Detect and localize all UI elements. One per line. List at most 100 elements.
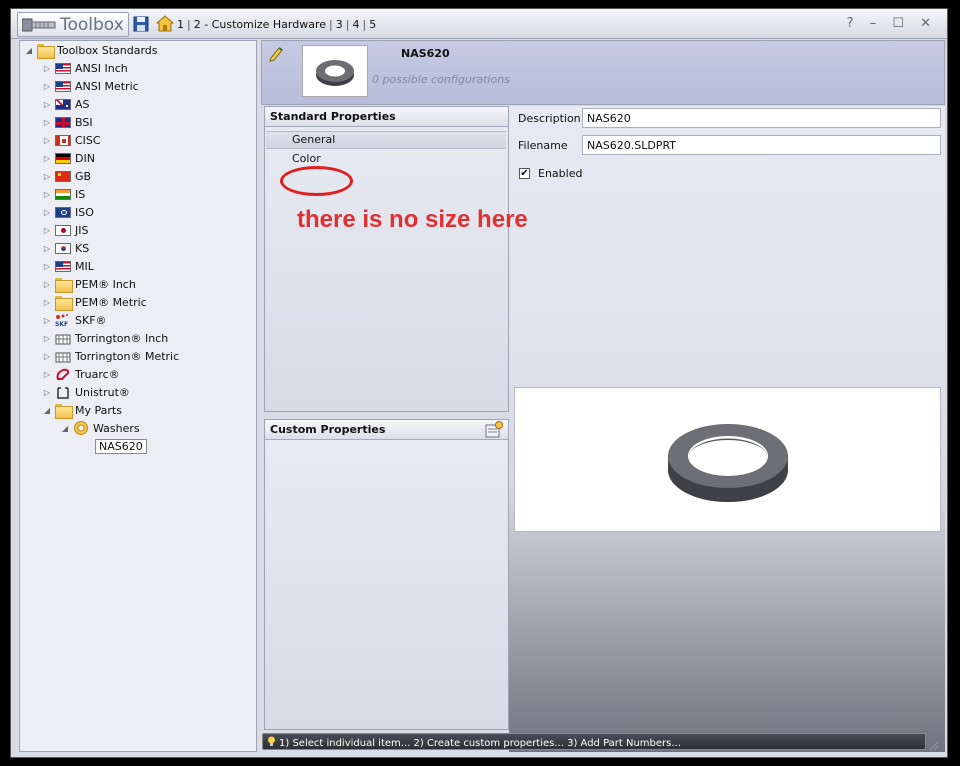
folder-icon xyxy=(55,295,73,311)
toolbox-tab[interactable]: Toolbox xyxy=(17,12,129,37)
expand-icon[interactable]: ▷ xyxy=(42,118,52,127)
tree-item-bsi[interactable]: ▷ BSI xyxy=(42,113,93,131)
part-thumbnail xyxy=(302,45,368,97)
annotation-ellipse xyxy=(280,166,353,196)
tree-item-as[interactable]: ▷ AS xyxy=(42,95,90,113)
property-color[interactable]: Color xyxy=(292,152,321,165)
home-icon[interactable] xyxy=(156,15,174,32)
custom-properties-panel: Custom Properties xyxy=(264,419,509,730)
truarc-icon xyxy=(56,368,70,380)
expand-icon[interactable]: ▷ xyxy=(42,334,52,343)
washer-icon xyxy=(74,421,88,435)
property-general[interactable]: General xyxy=(292,133,335,146)
expand-icon[interactable]: ▷ xyxy=(42,172,52,181)
title-bar: Toolbox 1 | 2 - Customize Hardware | 3 | 4 | 5 ?… xyxy=(11,9,947,39)
tree-item-washers[interactable]: ◢ Washers xyxy=(60,419,140,437)
folder-icon xyxy=(55,403,73,419)
tree-item-label: Truarc® xyxy=(75,367,120,381)
resize-grip-icon[interactable] xyxy=(927,739,939,751)
expand-icon[interactable]: ▷ xyxy=(42,64,52,73)
tree-item-label: ANSI Metric xyxy=(75,79,139,93)
crumb-step-4[interactable]: 4 xyxy=(352,18,359,31)
tree-item-label: Torrington® Metric xyxy=(75,349,180,363)
torrington-icon xyxy=(55,334,71,344)
crumb-step-3[interactable]: 3 xyxy=(336,18,343,31)
tree-item-truarc[interactable]: ▷ Truarc® xyxy=(42,365,120,383)
expand-icon[interactable]: ▷ xyxy=(42,352,52,361)
tree-item-label: ISO xyxy=(75,205,94,219)
crumb-step-1[interactable]: 1 xyxy=(177,18,184,31)
tree-item-is[interactable]: ▷ IS xyxy=(42,185,85,203)
collapse-icon[interactable]: ◢ xyxy=(42,406,52,415)
tree-item-label: Torrington® Inch xyxy=(75,331,169,345)
filename-field[interactable] xyxy=(582,135,941,155)
germany-flag-icon xyxy=(55,152,71,164)
crumb-step-2[interactable]: 2 - Customize Hardware xyxy=(194,18,326,31)
expand-icon[interactable]: ▷ xyxy=(42,262,52,271)
australia-flag-icon xyxy=(55,98,71,110)
expand-icon[interactable]: ▷ xyxy=(42,388,52,397)
tree-item-my-parts[interactable]: ◢ My Parts xyxy=(42,401,122,419)
tree-item-toolbox-standards[interactable]: ◢ Toolbox Standards xyxy=(24,41,158,59)
expand-icon[interactable]: ▷ xyxy=(42,226,52,235)
tree-item-din[interactable]: ▷ DIN xyxy=(42,149,95,167)
folder-icon xyxy=(37,43,55,59)
tree-item-nas620[interactable]: NAS620 xyxy=(92,437,147,455)
tree-item-label: SKF® xyxy=(75,313,107,327)
custom-properties-title: Custom Properties xyxy=(265,420,508,440)
tree-item-cisc[interactable]: ▷ CISC xyxy=(42,131,101,149)
expand-icon[interactable]: ▷ xyxy=(42,244,52,253)
expand-icon[interactable]: ▷ xyxy=(42,298,52,307)
part-preview xyxy=(514,387,941,532)
tree-item-torrington-inch[interactable]: ▷ Torrington® Inch xyxy=(42,329,168,347)
tree-item-pem-metric[interactable]: ▷ PEM® Metric xyxy=(42,293,147,311)
breadcrumb: 1 | 2 - Customize Hardware | 3 | 4 | 5 xyxy=(177,18,377,31)
collapse-icon[interactable]: ◢ xyxy=(24,46,34,55)
expand-icon[interactable]: ▷ xyxy=(42,370,52,379)
tree-item-gb[interactable]: ▷ GB xyxy=(42,167,91,185)
add-property-icon[interactable] xyxy=(484,421,504,439)
crumb-step-5[interactable]: 5 xyxy=(369,18,376,31)
tree-item-label: Washers xyxy=(93,421,140,435)
china-flag-icon xyxy=(55,170,71,182)
tree-item-torrington-metric[interactable]: ▷ Torrington® Metric xyxy=(42,347,179,365)
window-controls[interactable]: ? – ☐ ✕ xyxy=(847,16,937,31)
description-field[interactable] xyxy=(582,108,941,128)
app-title: Toolbox xyxy=(60,15,124,35)
tree-item-pem-inch[interactable]: ▷ PEM® Inch xyxy=(42,275,136,293)
korea-flag-icon xyxy=(55,242,71,254)
tree-item-ansi-inch[interactable]: ▷ ANSI Inch xyxy=(42,59,128,77)
tree-item-mil[interactable]: ▷ MIL xyxy=(42,257,94,275)
edit-icon[interactable] xyxy=(268,45,286,63)
canada-flag-icon xyxy=(55,134,71,146)
status-bar: 1) Select individual item... 2) Create c… xyxy=(262,733,926,750)
expand-icon[interactable]: ▷ xyxy=(42,100,52,109)
expand-icon[interactable]: ▷ xyxy=(42,154,52,163)
washer-thumbnail-icon xyxy=(316,60,354,86)
expand-icon[interactable]: ▷ xyxy=(42,280,52,289)
tree-item-iso[interactable]: ▷ ISO xyxy=(42,203,94,221)
unistrut-icon xyxy=(57,386,69,399)
expand-icon[interactable]: ▷ xyxy=(42,208,52,217)
tree-item-label: IS xyxy=(75,187,86,201)
tree-item-ks[interactable]: ▷ KS xyxy=(42,239,89,257)
save-icon[interactable] xyxy=(133,16,149,32)
tree-item-jis[interactable]: ▷ JIS xyxy=(42,221,89,239)
japan-flag-icon xyxy=(55,224,71,236)
tree-item-skf[interactable]: ▷ SKF SKF® xyxy=(42,311,107,329)
tree-item-ansi-metric[interactable]: ▷ ANSI Metric xyxy=(42,77,139,95)
expand-icon[interactable]: ▷ xyxy=(42,316,52,325)
tree-item-label: DIN xyxy=(75,151,95,165)
svg-text:SKF: SKF xyxy=(55,321,68,327)
collapse-icon[interactable]: ◢ xyxy=(60,424,70,433)
usa-flag-icon xyxy=(55,80,71,92)
uk-flag-icon xyxy=(55,116,71,128)
standards-tree: ◢ Toolbox Standards ▷ ANSI Inch ▷ ANSI M… xyxy=(19,40,257,752)
expand-icon[interactable]: ▷ xyxy=(42,190,52,199)
tree-item-label: BSI xyxy=(75,115,93,129)
expand-icon[interactable]: ▷ xyxy=(42,136,52,145)
status-text: 1) Select individual item... 2) Create c… xyxy=(279,738,681,749)
tree-item-unistrut[interactable]: ▷ Unistrut® xyxy=(42,383,130,401)
enabled-checkbox[interactable]: ✔ xyxy=(519,168,530,179)
expand-icon[interactable]: ▷ xyxy=(42,82,52,91)
